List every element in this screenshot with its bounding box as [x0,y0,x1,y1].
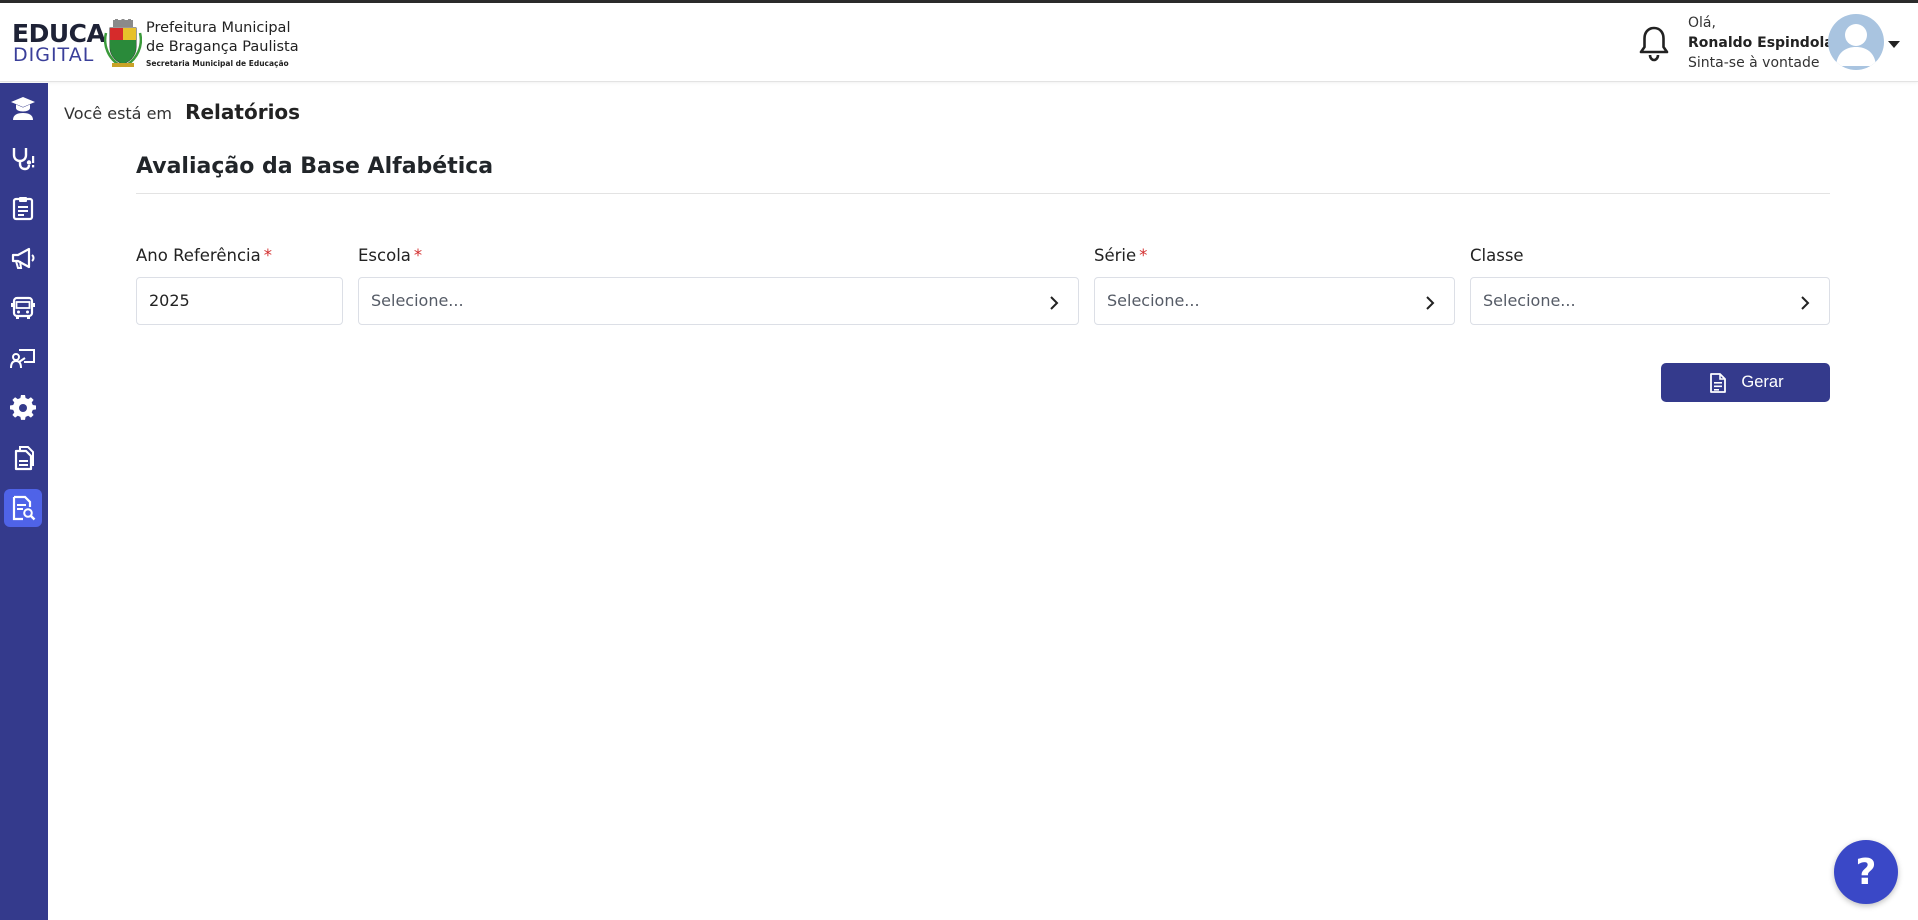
help-button[interactable]: ? [1834,840,1898,904]
clipboard-icon [12,197,34,221]
ano-referencia-label-text: Ano Referência [136,246,261,265]
user-greeting: Olá, Ronaldo Espindola Sinta-se à vontad… [1688,13,1834,73]
sidebar-item-students[interactable] [4,89,42,127]
page-title: Avaliação da Base Alfabética [136,154,494,179]
graduation-user-icon [11,97,35,120]
gerar-button[interactable]: Gerar [1661,363,1830,402]
notification-bell-icon[interactable] [1637,25,1671,63]
classe-select[interactable]: Selecione... [1470,277,1830,325]
title-divider [136,193,1830,194]
user-avatar-icon [1836,24,1876,66]
coat-of-arms-icon [104,19,142,68]
gear-icon [10,395,36,420]
sidebar-item-teachers[interactable] [4,339,42,377]
ano-referencia-value: 2025 [149,291,190,310]
avatar[interactable] [1828,14,1884,70]
sidebar-item-transport[interactable] [4,289,42,327]
sidebar-item-reports[interactable] [4,489,42,527]
classe-placeholder: Selecione... [1483,291,1576,310]
required-marker: * [263,246,272,265]
breadcrumb-current: Relatórios [185,100,301,124]
classe-label-text: Classe [1470,246,1524,265]
megaphone-icon [11,247,35,269]
greeting-text: Olá, [1688,15,1716,31]
documents-icon [14,446,34,471]
serie-select[interactable]: Selecione... [1094,277,1455,325]
escola-label-text: Escola [358,246,411,265]
help-question-icon: ? [1855,851,1877,893]
user-menu-caret-icon[interactable] [1888,41,1900,48]
app-header: EDUCA DIGITAL Prefeitura Municipal de Br… [0,3,1918,82]
logo-prefeitura-line1: Prefeitura Municipal [146,20,291,36]
greeting-tagline: Sinta-se à vontade [1688,55,1820,71]
breadcrumb: Você está em Relatórios [64,100,300,124]
classe-label: Classe [1470,246,1524,265]
ano-referencia-input[interactable]: 2025 [136,277,343,325]
sidebar [0,83,48,920]
required-marker: * [1139,246,1148,265]
serie-label: Série * [1094,246,1147,265]
breadcrumb-prefix: Você está em [64,104,172,123]
app-logo[interactable]: EDUCA DIGITAL Prefeitura Municipal de Br… [12,17,302,73]
document-icon [1710,372,1727,393]
logo-digital-text: DIGITAL [13,44,95,66]
escola-placeholder: Selecione... [371,291,464,310]
user-name: Ronaldo Espindola [1688,35,1834,51]
logo-prefeitura-line2: de Bragança Paulista [146,39,299,55]
chevron-right-icon [1801,296,1810,310]
chevron-right-icon [1050,296,1059,310]
sidebar-item-health[interactable] [4,139,42,177]
sidebar-item-settings[interactable] [4,389,42,427]
escola-select[interactable]: Selecione... [358,277,1079,325]
sidebar-item-documents[interactable] [4,439,42,477]
ano-referencia-label: Ano Referência * [136,246,272,265]
chevron-right-icon [1426,296,1435,310]
sidebar-item-announcements[interactable] [4,239,42,277]
stethoscope-icon [12,148,35,171]
teacher-board-icon [10,349,35,369]
sidebar-item-clipboard[interactable] [4,189,42,227]
required-marker: * [413,246,423,265]
escola-label: Escola * [358,246,422,265]
report-search-icon [12,495,36,521]
gerar-button-label: Gerar [1741,373,1784,391]
serie-placeholder: Selecione... [1107,291,1200,310]
bus-icon [11,296,35,319]
serie-label-text: Série [1094,246,1137,265]
logo-secretaria: Secretaria Municipal de Educação [146,59,289,68]
